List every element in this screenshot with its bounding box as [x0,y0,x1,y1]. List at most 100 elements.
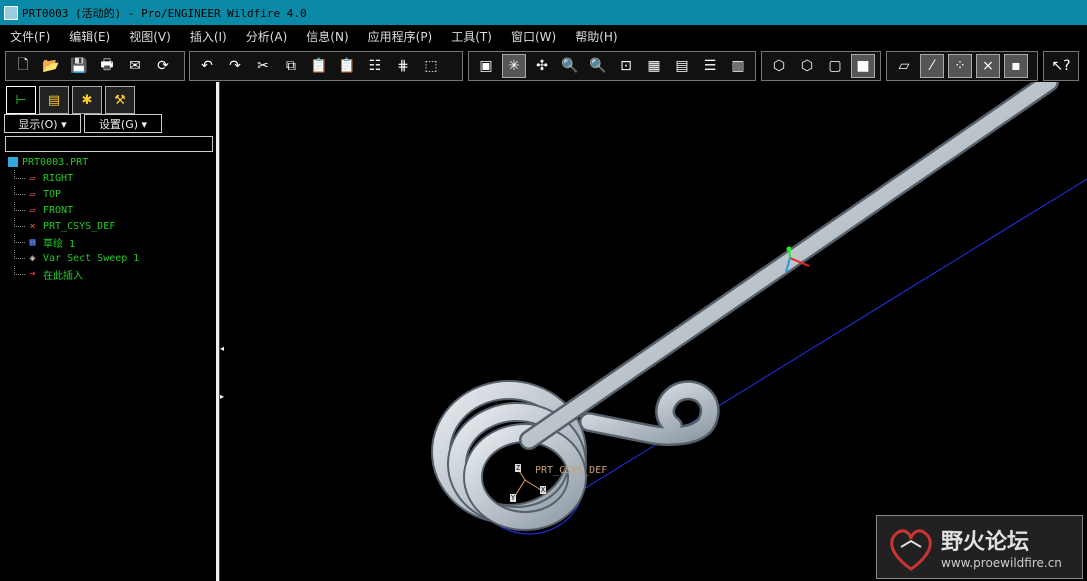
saved-views-icon[interactable]: ▤ [671,55,693,77]
tree-item-front[interactable]: ▱ FRONT [8,202,213,218]
tree-item-right[interactable]: ▱ RIGHT [8,170,213,186]
tree-item-csys[interactable]: ⨯ PRT_CSYS_DEF [8,218,213,234]
zoom-in-icon[interactable]: 🔍 [559,55,581,77]
undo-icon[interactable]: ↶ [196,55,218,77]
redo-icon[interactable]: ↷ [224,55,246,77]
tree-root[interactable]: PRT0003.PRT [8,154,213,170]
watermark-name: 野火论坛 [941,530,1030,555]
sketch-line [513,178,1087,533]
copy-icon[interactable]: ⧉ [280,55,302,77]
menu-file[interactable]: 文件(F) [0,28,59,45]
menu-window[interactable]: 窗口(W) [501,28,565,45]
tree-item-label: Var Sect Sweep 1 [43,252,140,264]
window-title: PRT0003 (活动的) - Pro/ENGINEER Wildfire 4.… [22,6,307,20]
paste-icon[interactable]: 📋 [308,55,330,77]
edit-toolbar-group: ↶ ↷ ✂ ⧉ 📋 📋 ☷ ⋕ ⬚ [189,51,463,81]
part-icon [8,157,18,167]
shading-icon[interactable]: ■ [851,54,875,78]
forum-logo-icon [890,529,932,571]
graphics-window[interactable]: Z X Y PRT_CSYS_DEF [229,82,1087,581]
tree-item-top[interactable]: ▱ TOP [8,186,213,202]
favorites-tab-icon[interactable]: ✱ [72,86,102,114]
datum-display-group: ▱ ⁄ ⁘ ⨯ ▪ [886,51,1038,81]
help-toolbar-group: ↖? [1043,51,1079,81]
tree-item-insert-here[interactable]: ➜ 在此插入 [8,266,213,282]
csys-label: PRT_CSYS_DEF [535,465,608,476]
datum-plane-icon: ▱ [29,172,36,184]
tree-controls: 显示(O) ▾ 设置(G) ▾ [4,114,165,133]
layers-icon[interactable]: ☰ [699,55,721,77]
title-bar: PRT0003 (活动的) - Pro/ENGINEER Wildfire 4.… [0,0,1087,25]
open-icon[interactable]: 📂 [40,55,62,77]
csys-icon: ⨯ [29,220,36,232]
display-style-group: ⬡ ⬡ ▢ ■ [761,51,881,81]
menu-help[interactable]: 帮助(H) [565,28,626,45]
model-viewport[interactable] [229,82,1087,581]
tree-item-label: 在此插入 [43,270,83,282]
annotations-icon[interactable]: ▪ [1004,54,1028,78]
menu-info[interactable]: 信息(N) [296,28,357,45]
orient-mode-icon[interactable]: ✣ [531,55,553,77]
tree-item-sweep[interactable]: ◈ Var Sect Sweep 1 [8,250,213,266]
csys-axis-z: Z [515,464,521,472]
coordinate-systems-icon[interactable]: ⨯ [976,54,1000,78]
menu-view[interactable]: 视图(V) [119,28,180,45]
datum-planes-icon[interactable]: ▱ [893,55,915,77]
menu-bar: 文件(F) 编辑(E) 视图(V) 插入(I) 分析(A) 信息(N) 应用程序… [0,25,1087,47]
toolbar: 🗋 📂 💾 🖶 ✉ ⟳ ↶ ↷ ✂ ⧉ 📋 📋 ☷ ⋕ ⬚ ▣ ✳ ✣ 🔍 🔍 … [0,48,1087,82]
csys-axis-x: X [540,486,546,494]
relations-icon[interactable]: ⋕ [392,55,414,77]
folder-browser-tab-icon[interactable]: ▤ [39,86,69,114]
navigator-panel: ⊢ ▤ ✱ ⚒ 显示(O) ▾ 设置(G) ▾ PRT0003.PRT ▱ RI… [0,82,219,581]
tree-item-label: FRONT [43,204,74,216]
save-icon[interactable]: 💾 [68,55,90,77]
wireframe-icon[interactable]: ⬡ [768,55,790,77]
connections-tab-icon[interactable]: ⚒ [105,86,135,114]
regenerate-model-icon[interactable]: ☷ [364,55,386,77]
datum-plane-icon: ▱ [29,204,36,216]
menu-tools[interactable]: 工具(T) [441,28,501,45]
tree-item-label: RIGHT [43,172,74,184]
spin-center-icon[interactable]: ✳ [502,54,526,78]
reorient-icon[interactable]: ▦ [643,55,665,77]
sketch-icon: ▦ [29,236,36,248]
window-icon[interactable] [4,5,18,20]
menu-insert[interactable]: 插入(I) [180,28,236,45]
view-manager-icon[interactable]: ▥ [727,55,749,77]
no-hidden-icon[interactable]: ▢ [824,55,846,77]
collapse-left-icon[interactable]: ◂ [220,344,228,353]
new-icon[interactable]: 🗋 [12,55,34,77]
send-mail-icon[interactable]: ✉ [124,55,146,77]
context-help-icon[interactable]: ↖? [1050,55,1072,77]
tree-item-label: 草绘 1 [43,238,76,250]
selection-filter-icon[interactable]: ⬚ [420,55,442,77]
datum-axes-icon[interactable]: ⁄ [920,54,944,78]
watermark-url: www.proewildfire.cn [941,556,1062,570]
csys-axis-y: Y [510,494,516,502]
model-tree-tab-icon[interactable]: ⊢ [6,86,36,114]
view-toolbar-group: ▣ ✳ ✣ 🔍 🔍 ⊡ ▦ ▤ ☰ ▥ [468,51,756,81]
show-dropdown[interactable]: 显示(O) ▾ [4,114,81,133]
hidden-line-icon[interactable]: ⬡ [796,55,818,77]
datum-points-icon[interactable]: ⁘ [948,54,972,78]
tree-item-label: TOP [43,188,62,200]
regenerate-icon[interactable]: ⟳ [152,55,174,77]
menu-edit[interactable]: 编辑(E) [59,28,119,45]
forum-watermark: 野火论坛 www.proewildfire.cn [876,515,1083,579]
model-tree: PRT0003.PRT ▱ RIGHT ▱ TOP ▱ FRONT ⨯ PRT_… [8,154,213,282]
cut-icon[interactable]: ✂ [252,55,274,77]
sweep-icon: ◈ [29,252,36,264]
refit-icon[interactable]: ⊡ [615,55,637,77]
navigator-tabs: ⊢ ▤ ✱ ⚒ [6,86,138,114]
paste-special-icon[interactable]: 📋 [336,55,358,77]
repaint-icon[interactable]: ▣ [475,55,497,77]
expand-right-icon[interactable]: ▸ [220,392,228,401]
menu-applications[interactable]: 应用程序(P) [358,28,442,45]
zoom-out-icon[interactable]: 🔍 [587,55,609,77]
menu-analysis[interactable]: 分析(A) [236,28,297,45]
tree-search-input[interactable] [5,136,213,152]
print-icon[interactable]: 🖶 [96,55,118,77]
datum-plane-icon: ▱ [29,188,36,200]
tree-item-sketch[interactable]: ▦ 草绘 1 [8,234,213,250]
settings-dropdown[interactable]: 设置(G) ▾ [84,114,162,133]
